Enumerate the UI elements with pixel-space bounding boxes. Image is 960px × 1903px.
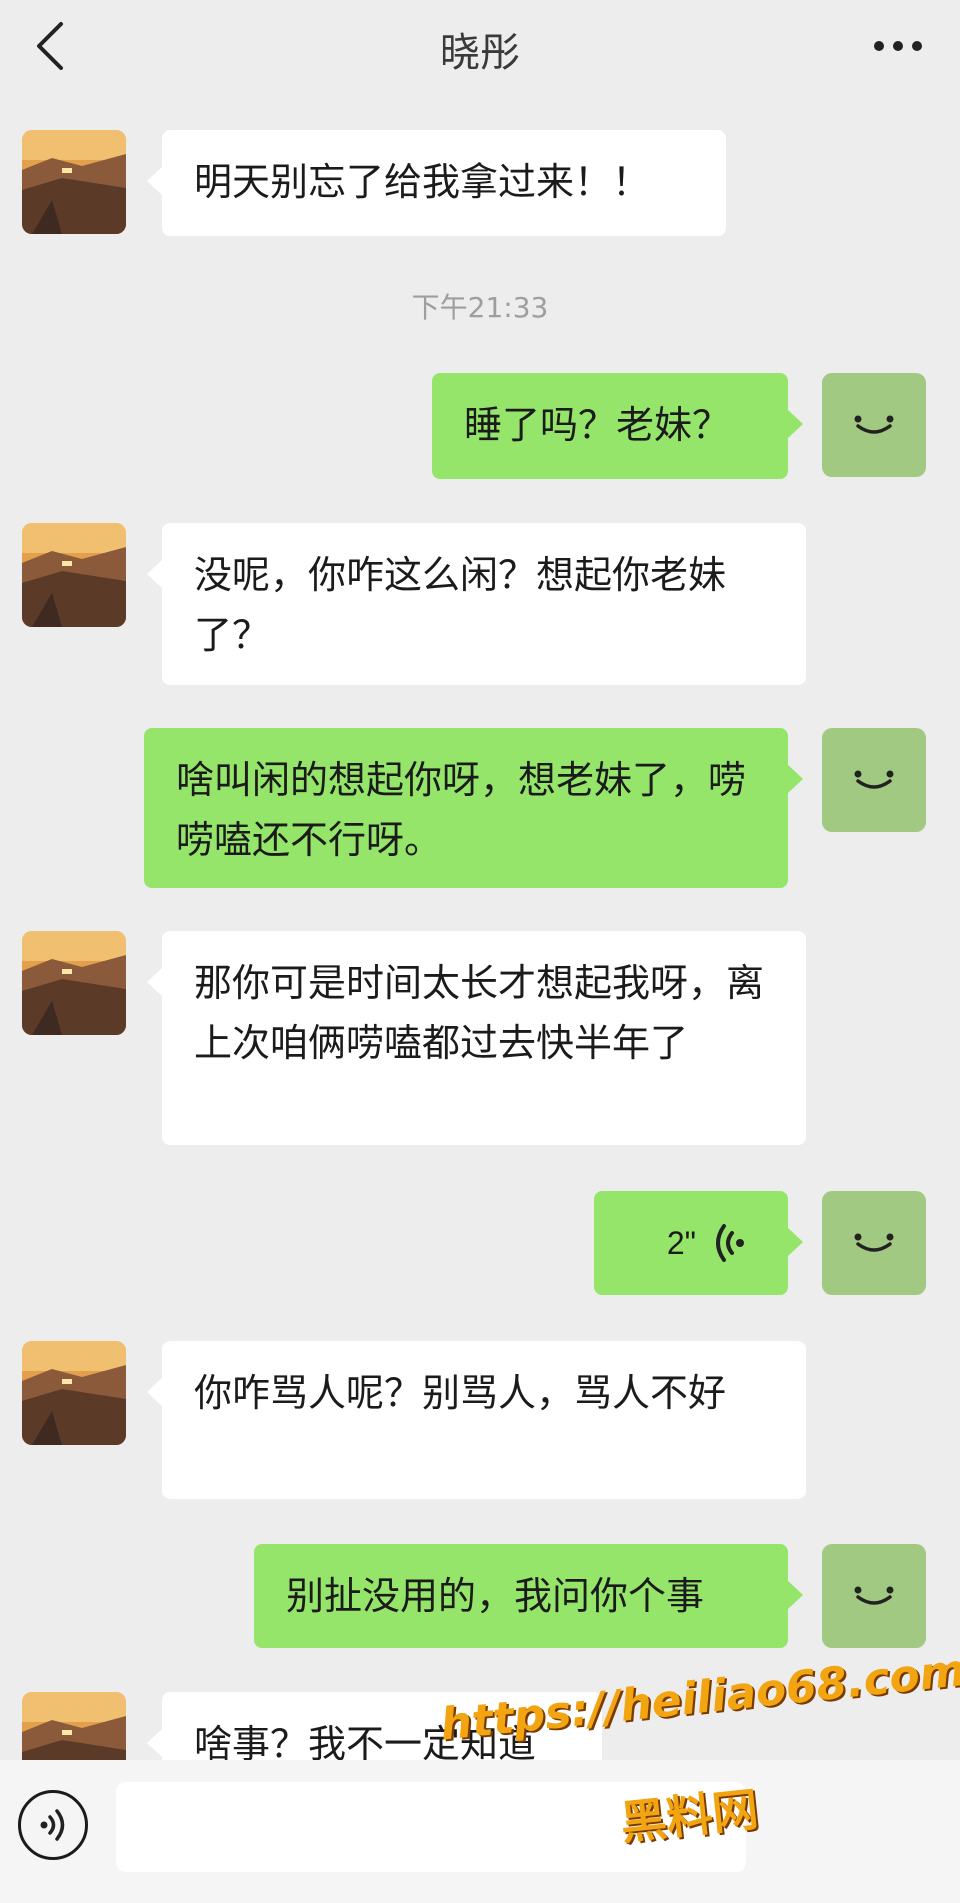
watermark-url: https://heiliao68.com (438, 1644, 960, 1751)
contact-avatar[interactable] (22, 523, 126, 627)
scenery-avatar-image (22, 1341, 126, 1445)
scenery-avatar-image (22, 931, 126, 1035)
message-input-bar (0, 1760, 960, 1903)
scenery-avatar-image (22, 130, 126, 234)
scenery-avatar-image (22, 523, 126, 627)
message-bubble[interactable]: 明天别忘了给我拿过来！！ (147, 130, 726, 236)
smiley-icon (854, 770, 894, 789)
more-options-button[interactable] (858, 14, 938, 78)
voice-message-bubble[interactable]: 2" (594, 1191, 803, 1295)
message-bubble[interactable]: 别扯没用的，我问你个事 (254, 1544, 803, 1648)
message-bubble[interactable]: 那你可是时间太长才想起我呀，离上次咱俩唠嗑都过去快半年了 (147, 931, 806, 1145)
chat-header: 晓彤 (0, 0, 960, 98)
voice-duration: 2" (666, 1225, 696, 1261)
message-text: 没呢，你咋这么闲？想起你老妹了？ (194, 553, 727, 657)
contact-avatar[interactable] (22, 130, 126, 234)
more-dots-icon (874, 41, 922, 51)
voice-input-toggle[interactable] (18, 1790, 88, 1860)
message-text: 明天别忘了给我拿过来！！ (194, 160, 651, 204)
message-text: 睡了吗？老妹？ (464, 403, 731, 447)
self-avatar[interactable] (822, 373, 926, 477)
chat-title: 晓彤 (440, 30, 520, 76)
message-timestamp: 下午21:33 (411, 291, 549, 324)
smiley-icon (854, 415, 894, 434)
contact-avatar[interactable] (22, 931, 126, 1035)
message-text: 别扯没用的，我问你个事 (286, 1574, 705, 1618)
message-bubble[interactable]: 啥叫闲的想起你呀，想老妹了，唠唠嗑还不行呀。 (144, 728, 803, 888)
self-avatar[interactable] (822, 728, 926, 832)
voice-wave-icon (716, 1224, 744, 1262)
self-avatar[interactable] (822, 1191, 926, 1295)
smiley-icon (854, 1586, 894, 1605)
message-bubble[interactable]: 睡了吗？老妹？ (432, 373, 803, 479)
contact-avatar[interactable] (22, 1341, 126, 1445)
message-text: 那你可是时间太长才想起我呀，离上次咱俩唠嗑都过去快半年了 (194, 961, 765, 1065)
message-text: 你咋骂人呢？别骂人，骂人不好 (194, 1371, 727, 1415)
voice-icon (40, 1809, 65, 1841)
self-avatar[interactable] (822, 1544, 926, 1648)
message-text: 啥叫闲的想起你呀，想老妹了，唠唠嗑还不行呀。 (176, 758, 747, 862)
smiley-icon (854, 1233, 894, 1252)
message-bubble[interactable]: 你咋骂人呢？别骂人，骂人不好 (147, 1341, 806, 1499)
message-bubble[interactable]: 没呢，你咋这么闲？想起你老妹了？ (147, 523, 806, 685)
